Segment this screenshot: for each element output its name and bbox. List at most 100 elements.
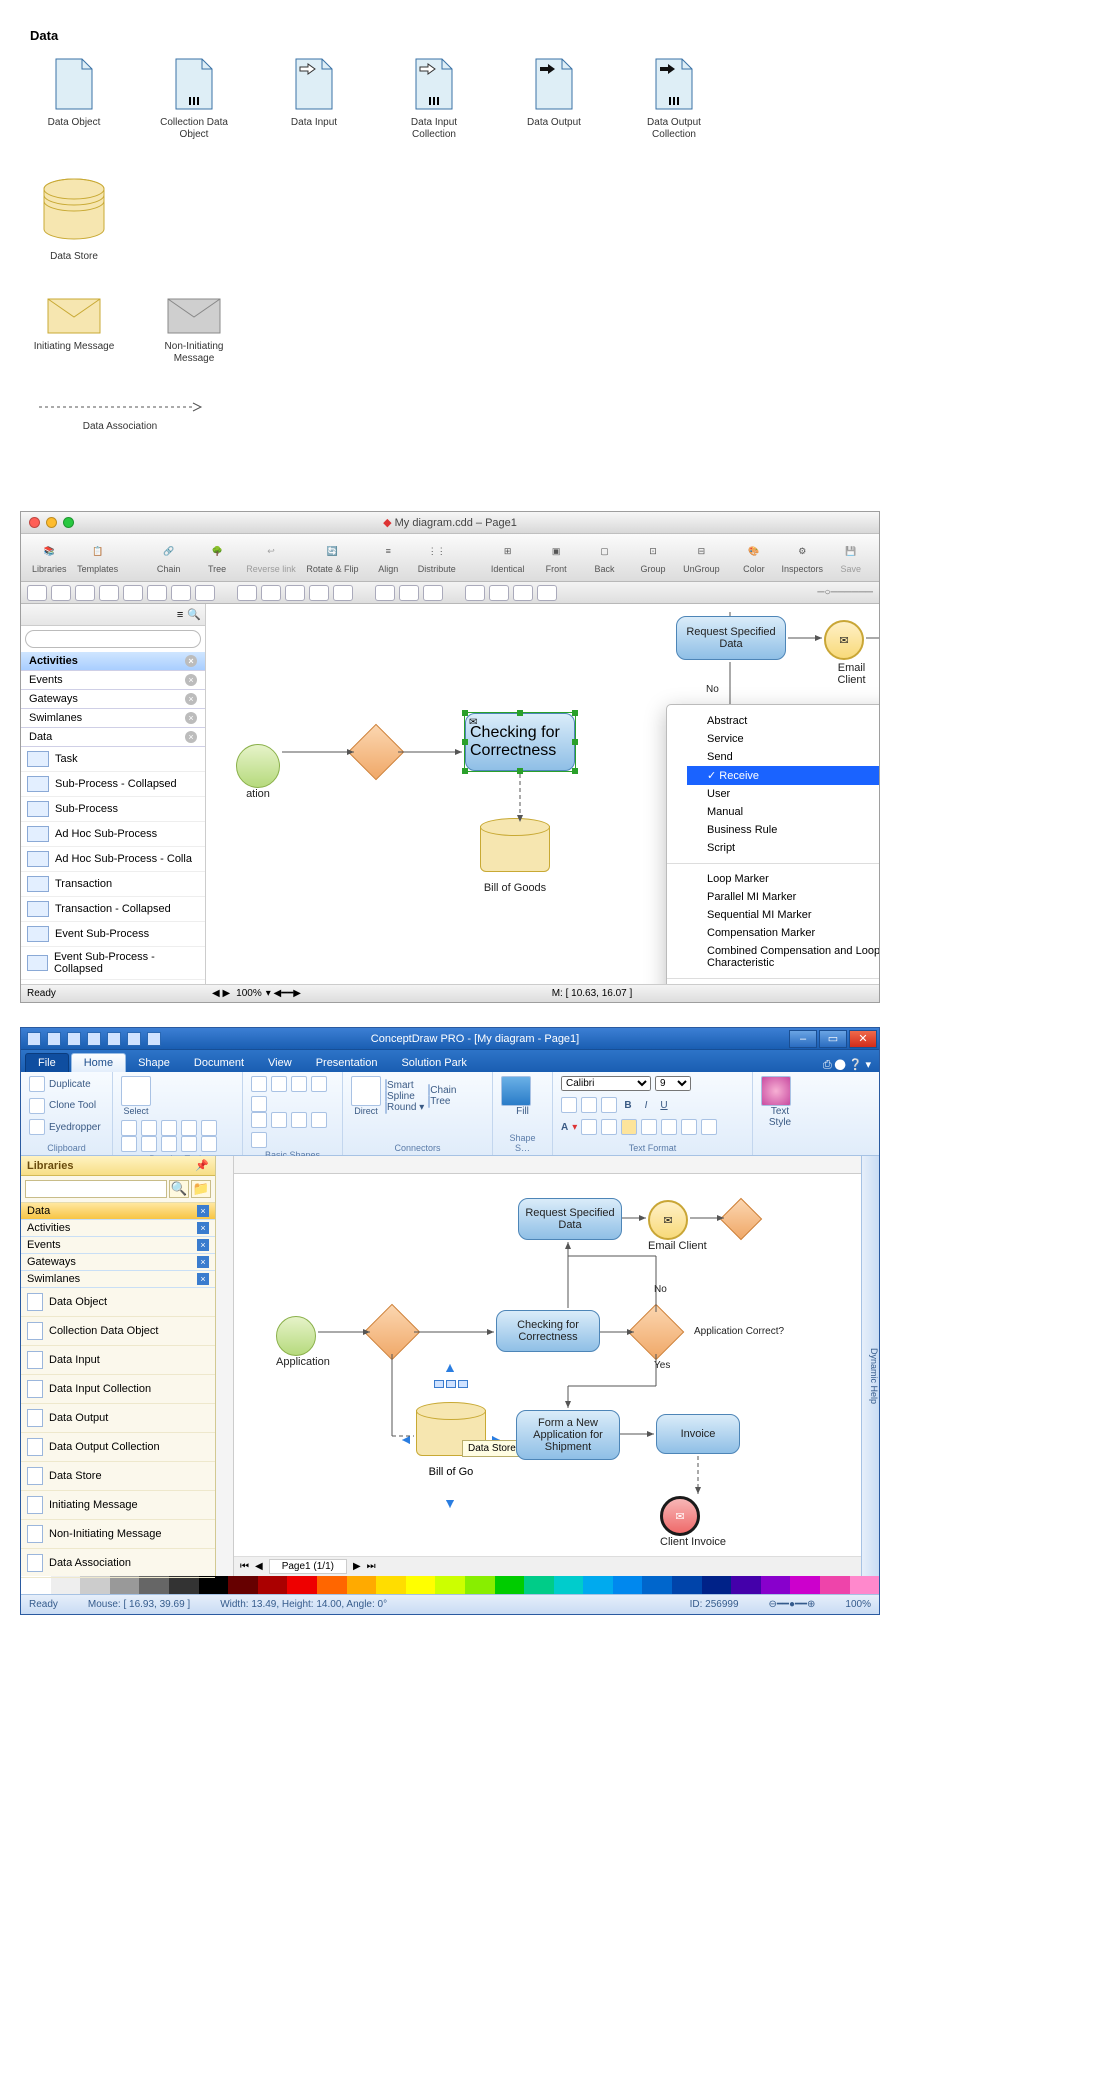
tool-icon[interactable] — [123, 585, 143, 601]
tool-icon[interactable] — [333, 585, 353, 601]
menu-item[interactable]: Combined Compensation and Loop Character… — [687, 942, 879, 972]
close-button[interactable]: ✕ — [849, 1030, 877, 1048]
win-category-data[interactable]: Data× — [21, 1203, 215, 1220]
shape-data-object[interactable]: Data Object — [30, 57, 118, 141]
library-item[interactable]: Ad Hoc Sub-Process - Colla — [21, 847, 205, 872]
node-email-event[interactable]: ✉ Email Client — [824, 620, 879, 686]
tb-align[interactable]: ≡Align — [366, 538, 410, 574]
node-email-event[interactable]: ✉Email Client — [648, 1200, 707, 1252]
zoom-value[interactable]: 100% — [236, 988, 262, 999]
tool-icon[interactable] — [465, 585, 485, 601]
qat-icon[interactable] — [47, 1032, 61, 1046]
tool-icon[interactable] — [195, 585, 215, 601]
node-gateway-2[interactable] — [372, 1312, 412, 1352]
tool-icon[interactable] — [309, 585, 329, 601]
tb-chain[interactable]: 🔗Chain — [146, 538, 190, 574]
fill-icon[interactable] — [501, 1076, 531, 1106]
tool-icon[interactable] — [261, 585, 281, 601]
clone-icon[interactable] — [29, 1098, 45, 1114]
menu-item[interactable]: User — [687, 785, 879, 803]
win-library-item[interactable]: Initiating Message — [21, 1491, 215, 1520]
size-select[interactable]: 9 — [655, 1076, 691, 1091]
eyedropper-icon[interactable] — [29, 1119, 45, 1135]
library-item[interactable]: Sub-Process — [21, 797, 205, 822]
node-form[interactable]: Form a New Application for Shipment — [516, 1410, 620, 1460]
qat-icon[interactable] — [107, 1032, 121, 1046]
shape-data-output[interactable]: Data Output — [510, 57, 598, 141]
menu-item[interactable]: Service — [687, 730, 879, 748]
tab-solution-park[interactable]: Solution Park — [389, 1054, 478, 1072]
win-canvas[interactable]: Request Specified Data ✉Email Client App… — [216, 1156, 879, 1576]
page-tab[interactable]: Page1 (1/1) — [269, 1559, 347, 1574]
library-search[interactable] — [25, 630, 201, 648]
tab-home[interactable]: Home — [71, 1053, 126, 1072]
diagram-canvas[interactable]: Request Specified Data ✉ Email Client No… — [206, 604, 879, 984]
node-request[interactable]: Request Specified Data — [676, 616, 786, 660]
tb-libraries[interactable]: 📚Libraries — [27, 538, 71, 574]
tb-reverse-link[interactable]: ↩Reverse link — [243, 538, 299, 574]
tool-icon[interactable] — [285, 585, 305, 601]
shape-data-input-collection[interactable]: Data Input Collection — [390, 57, 478, 141]
category-swimlanes[interactable]: Swimlanes× — [21, 709, 205, 728]
tool-icon[interactable] — [237, 585, 257, 601]
list-view-icon[interactable]: ≡ — [177, 609, 183, 621]
bold-button[interactable]: B — [621, 1100, 635, 1111]
win-library-item[interactable]: Data Input — [21, 1346, 215, 1375]
win-category-activities[interactable]: Activities× — [21, 1220, 215, 1237]
tool-icon[interactable] — [147, 585, 167, 601]
win-library-item[interactable]: Data Input Collection — [21, 1375, 215, 1404]
node-application[interactable]: Application — [276, 1316, 330, 1368]
tool-icon[interactable] — [375, 585, 395, 601]
font-big-icon[interactable] — [561, 1097, 577, 1113]
tb-templates[interactable]: 📋Templates — [75, 538, 119, 574]
tb-save[interactable]: 💾Save — [829, 538, 873, 574]
win-library-item[interactable]: Collection Data Object — [21, 1317, 215, 1346]
node-gateway-3[interactable] — [636, 1312, 676, 1352]
pin-icon[interactable]: 📌 — [195, 1159, 209, 1172]
font-select[interactable]: Calibri — [561, 1076, 651, 1091]
minimize-button[interactable]: – — [789, 1030, 817, 1048]
direct-icon[interactable] — [351, 1076, 381, 1106]
tab-presentation[interactable]: Presentation — [304, 1054, 390, 1072]
tool-icon[interactable] — [489, 585, 509, 601]
tool-icon[interactable] — [423, 585, 443, 601]
node-gateway[interactable] — [726, 1204, 756, 1234]
menu-item[interactable]: Parallel MI Marker — [687, 888, 879, 906]
page-prev[interactable]: ⏮ — [240, 1561, 249, 1572]
search-icon[interactable]: 🔍 — [187, 608, 201, 621]
mac-titlebar[interactable]: ◆ My diagram.cdd – Page1 — [21, 512, 879, 534]
select-icon[interactable] — [121, 1076, 151, 1106]
tb-color[interactable]: 🎨Color — [732, 538, 776, 574]
win-library-item[interactable]: Data Object — [21, 1288, 215, 1317]
tb-ungroup[interactable]: ⊟UnGroup — [679, 538, 723, 574]
shape-collection-data-object[interactable]: Collection Data Object — [150, 57, 238, 141]
text-style-icon[interactable] — [761, 1076, 791, 1106]
page-prev[interactable]: ◀ — [255, 1561, 263, 1572]
menu-item[interactable]: Sequential MI Marker — [687, 906, 879, 924]
category-gateways[interactable]: Gateways× — [21, 690, 205, 709]
page-next[interactable]: ▶ — [353, 1561, 361, 1572]
library-item[interactable]: Task — [21, 747, 205, 772]
category-activities[interactable]: Activities× — [21, 652, 205, 671]
category-data[interactable]: Data× — [21, 728, 205, 747]
menu-item[interactable]: Business Rule — [687, 821, 879, 839]
tool-icon[interactable] — [537, 585, 557, 601]
shape-data-input[interactable]: Data Input — [270, 57, 358, 141]
tb-back[interactable]: ▢Back — [582, 538, 626, 574]
library-item[interactable]: Call Activity — [21, 980, 205, 984]
tool-icon[interactable] — [51, 585, 71, 601]
shape-data-association[interactable]: Data Association — [30, 399, 210, 433]
shape-non-initiating-message[interactable]: Non-Initiating Message — [150, 297, 238, 365]
tool-icon[interactable] — [27, 585, 47, 601]
menu-item[interactable]: ✓ Receive — [687, 766, 879, 785]
tb-rotate-flip[interactable]: 🔄Rotate & Flip — [303, 538, 362, 574]
node-bill-of-goods[interactable]: Bill of Goods — [480, 826, 550, 894]
library-item[interactable]: Sub-Process - Collapsed — [21, 772, 205, 797]
tool-icon[interactable] — [513, 585, 533, 601]
library-item[interactable]: Transaction — [21, 872, 205, 897]
library-item[interactable]: Transaction - Collapsed — [21, 897, 205, 922]
menu-item[interactable]: Script — [687, 839, 879, 857]
node-invoice[interactable]: Invoice — [656, 1414, 740, 1454]
menu-item[interactable]: Manual — [687, 803, 879, 821]
zoom-slider[interactable]: ⊖━━●━━⊕ — [769, 1599, 816, 1610]
